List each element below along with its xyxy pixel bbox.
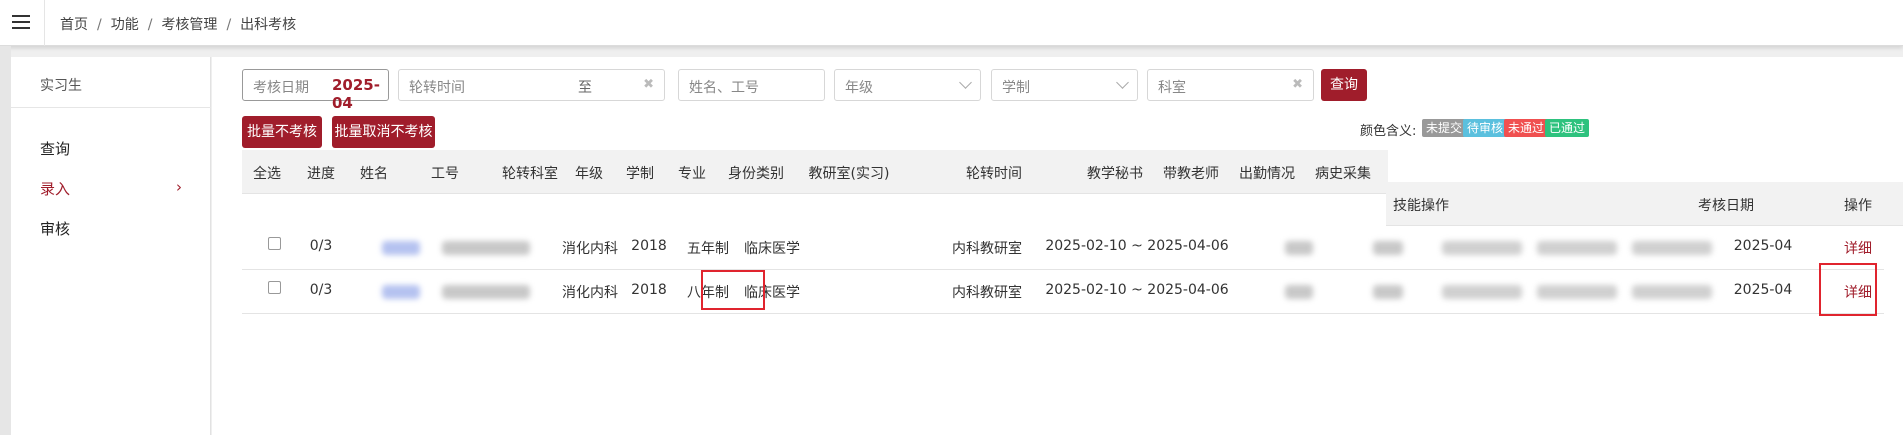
- clear-icon[interactable]: ✖: [1292, 77, 1303, 92]
- legend-badge-failed: 未通过: [1504, 119, 1549, 137]
- breadcrumb-function[interactable]: 功能: [111, 17, 139, 33]
- clear-icon[interactable]: ✖: [643, 77, 654, 92]
- rotation-period-field[interactable]: 轮转时间 至 ✖: [398, 69, 665, 101]
- system-select[interactable]: 学制: [991, 69, 1138, 101]
- chevron-down-icon: [1116, 76, 1129, 89]
- sidebar-item-entry[interactable]: 录入 ›: [40, 178, 182, 199]
- header-system: 学制: [626, 166, 654, 182]
- search-button[interactable]: 查询: [1321, 69, 1367, 101]
- breadcrumb-home[interactable]: 首页: [60, 17, 88, 33]
- legend-badge-pending: 待审核: [1463, 119, 1508, 137]
- name-id-placeholder: 姓名、工号: [689, 80, 759, 96]
- header-id: 工号: [431, 166, 459, 182]
- sidebar-item-query[interactable]: 查询: [40, 138, 70, 159]
- table-header: 全选 进度 姓名 工号 轮转科室 年级 学制 专业 身份类别 教研室(实习) 轮…: [242, 150, 1388, 194]
- breadcrumb-exam-management[interactable]: 考核管理: [161, 17, 217, 33]
- header-identity: 身份类别: [728, 166, 784, 182]
- sidebar-item-label: 查询: [40, 140, 71, 158]
- batch-exempt-button[interactable]: 批量不考核: [242, 116, 322, 148]
- exam-date-value: 2025-04: [332, 76, 380, 112]
- legend-badge-passed: 已通过: [1545, 119, 1590, 137]
- grade-placeholder: 年级: [845, 80, 873, 96]
- breadcrumb: 首页 / 功能 / 考核管理 / 出科考核: [60, 17, 297, 33]
- header-teacher: 带教老师: [1163, 166, 1219, 182]
- system-placeholder: 学制: [1002, 80, 1030, 96]
- header-dept: 轮转科室: [502, 166, 558, 182]
- sidebar: 实习生 查询 录入 › 审核: [11, 57, 211, 435]
- department-select[interactable]: 科室 ✖: [1147, 69, 1314, 101]
- header-select-all[interactable]: 全选: [242, 163, 292, 183]
- header-history: 病史采集: [1315, 166, 1371, 182]
- header-secretary: 教学秘书: [1087, 166, 1143, 182]
- header-period: 轮转时间: [966, 166, 1022, 182]
- top-bar: 首页 / 功能 / 考核管理 / 出科考核: [0, 0, 1903, 46]
- exam-date-label: 考核日期: [253, 80, 309, 96]
- header-grade: 年级: [575, 166, 603, 182]
- rotation-period-to: 至: [578, 80, 592, 96]
- legend-badge-unsubmitted: 未提交: [1422, 119, 1467, 137]
- sidebar-item-label: 审核: [40, 220, 71, 238]
- left-edge-strip: [0, 46, 11, 435]
- rotation-period-label: 轮转时间: [409, 80, 465, 96]
- chevron-down-icon: [959, 76, 972, 89]
- header-name: 姓名: [360, 166, 388, 182]
- breadcrumb-current: 出科考核: [240, 17, 297, 33]
- sidebar-item-label: 录入: [40, 180, 71, 198]
- main-content: 考核日期 2025-04 轮转时间 至 ✖ 姓名、工号 年级 学制 科室 ✖ 查…: [212, 57, 1903, 435]
- legend-title: 颜色含义:: [1360, 124, 1417, 139]
- exam-date-field[interactable]: 考核日期 2025-04: [242, 69, 389, 112]
- sidebar-divider: [11, 107, 211, 108]
- sidebar-item-review[interactable]: 审核: [40, 218, 70, 239]
- sidebar-title: 实习生: [40, 78, 82, 94]
- menu-toggle-icon[interactable]: [12, 15, 30, 29]
- header-office: 教研室(实习): [808, 166, 890, 182]
- grade-select[interactable]: 年级: [834, 69, 981, 101]
- batch-cancel-exempt-button[interactable]: 批量取消不考核: [332, 116, 435, 148]
- header-attendance: 出勤情况: [1239, 166, 1295, 182]
- header-major: 专业: [678, 166, 706, 182]
- chevron-right-icon: ›: [176, 178, 182, 196]
- department-placeholder: 科室: [1158, 80, 1186, 96]
- top-divider: [44, 0, 45, 46]
- header-progress: 进度: [307, 166, 335, 182]
- name-id-input[interactable]: 姓名、工号: [678, 69, 825, 101]
